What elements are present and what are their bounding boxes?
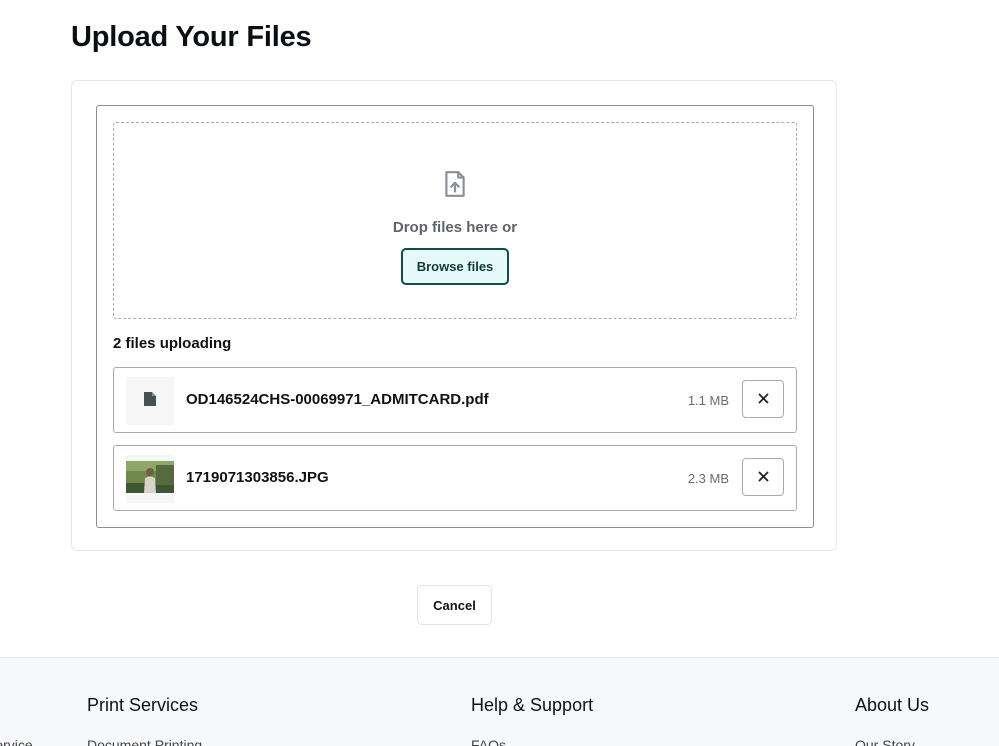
document-icon [143,391,157,412]
file-size: 2.3 MB [687,471,729,486]
file-size: 1.1 MB [687,393,729,408]
drop-zone[interactable]: Drop files here or Browse files [113,122,797,319]
file-name: 1719071303856.JPG [186,469,329,486]
drop-instructions: Drop files here or [392,219,518,236]
footer-heading-about-us: About Us [855,695,930,715]
file-upload-icon [442,123,468,203]
cancel-button[interactable]: Cancel [417,585,492,625]
photo-thumbnail [126,460,174,498]
close-icon [758,392,769,407]
upload-card: Drop files here or Browse files 2 files … [71,80,837,551]
file-item: 1719071303856.JPG 2.3 MB [113,445,797,511]
file-thumbnail [126,455,174,503]
remove-file-button[interactable] [742,380,784,418]
browse-files-button[interactable]: Browse files [401,248,509,285]
file-name: OD146524CHS-00069971_ADMITCARD.pdf [186,391,489,408]
page-title: Upload Your Files [71,21,312,53]
file-uploader: Drop files here or Browse files 2 files … [96,105,814,528]
remove-file-button[interactable] [742,458,784,496]
upload-status: 2 files uploading [113,335,232,352]
close-icon [758,470,769,485]
file-item: OD146524CHS-00069971_ADMITCARD.pdf 1.1 M… [113,367,797,433]
site-footer: Service Print Services Document Printing… [0,657,999,746]
file-thumbnail [126,377,174,425]
footer-heading-help-support: Help & Support [471,695,594,715]
footer-heading-print-services: Print Services [87,695,199,715]
